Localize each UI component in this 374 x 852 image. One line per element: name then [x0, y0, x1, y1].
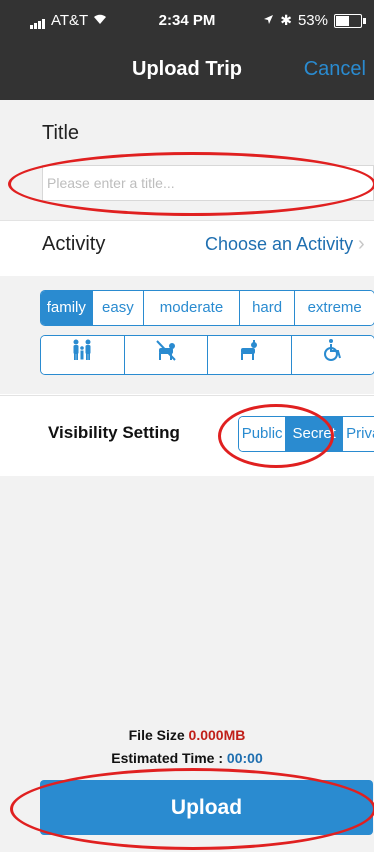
file-size-value: 0.000MB	[188, 727, 246, 743]
difficulty-extreme[interactable]: extreme	[295, 291, 374, 325]
estimated-time-label: Estimated Time :	[111, 750, 224, 766]
visibility-secret[interactable]: Secret	[286, 417, 344, 451]
dogs-allowed-icon[interactable]	[208, 336, 292, 374]
visibility-private[interactable]: Private	[343, 417, 374, 451]
title-input[interactable]	[42, 165, 374, 201]
estimated-time: Estimated Time : 00:00	[0, 750, 374, 766]
difficulty-segmented-control[interactable]: family easy moderate hard extreme	[40, 290, 374, 326]
bluetooth-icon: ✱	[280, 12, 292, 28]
choose-activity-link[interactable]: Choose an Activity	[205, 234, 353, 255]
activity-label: Activity	[42, 233, 106, 255]
upload-button[interactable]: Upload	[40, 780, 373, 835]
visibility-public[interactable]: Public	[239, 417, 287, 451]
file-size-label: File Size	[128, 727, 185, 743]
difficulty-moderate[interactable]: moderate	[144, 291, 240, 325]
difficulty-easy[interactable]: easy	[92, 291, 145, 325]
accessibility-segmented-control[interactable]	[40, 335, 374, 375]
family-icon[interactable]	[41, 336, 125, 374]
battery-percent: 53%	[297, 12, 328, 29]
visibility-label: Visibility Setting	[48, 423, 180, 442]
cancel-button[interactable]: Cancel	[304, 58, 366, 81]
battery-icon	[334, 13, 366, 28]
difficulty-family[interactable]: family	[41, 291, 93, 325]
visibility-segmented-control[interactable]: Public Secret Private	[238, 416, 374, 452]
title-label: Title	[42, 122, 80, 144]
chevron-right-icon: ›	[358, 233, 365, 255]
no-dogs-icon[interactable]	[124, 336, 208, 374]
location-icon	[263, 12, 274, 29]
difficulty-hard[interactable]: hard	[239, 291, 296, 325]
title-section	[0, 100, 374, 220]
status-bar: AT&T 2:34 PM ✱ 53%	[0, 0, 374, 40]
file-size: File Size 0.000MB	[0, 727, 374, 743]
wheelchair-icon[interactable]	[291, 336, 374, 374]
estimated-time-value: 00:00	[226, 750, 263, 766]
status-right: ✱ 53%	[263, 12, 366, 29]
